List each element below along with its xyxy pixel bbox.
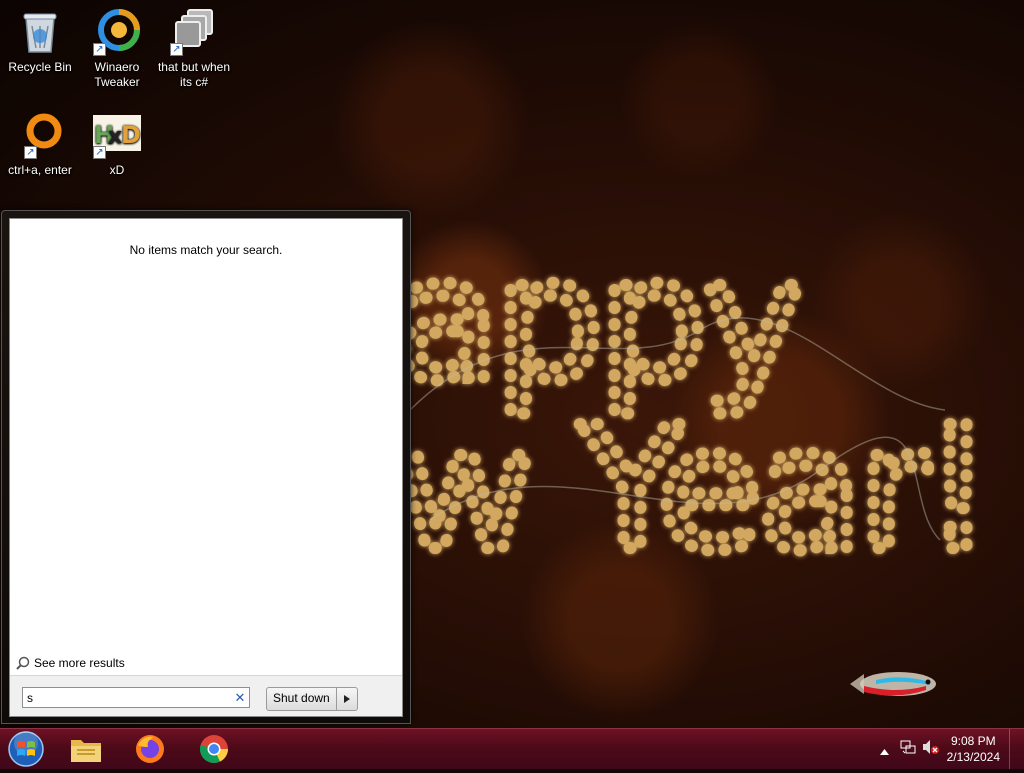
- desktop-icon-label: Winaero Tweaker: [94, 60, 140, 89]
- clear-x-icon[interactable]: ✕: [231, 690, 249, 706]
- network-icon[interactable]: [900, 739, 916, 760]
- desktop-icon-recycle-bin[interactable]: Recycle Bin: [0, 8, 80, 75]
- svg-text:w Year!: w Year!: [395, 391, 988, 589]
- see-more-results-link[interactable]: See more results: [16, 656, 125, 670]
- svg-text:D: D: [121, 121, 141, 149]
- taskbar-firefox-button[interactable]: [122, 731, 178, 767]
- start-search-box[interactable]: ✕: [22, 687, 250, 708]
- hxd-icon: H x D ↗: [93, 111, 141, 159]
- no-results-message: No items match your search.: [129, 243, 283, 257]
- desktop-icon-label: ctrl+a, enter: [8, 163, 72, 177]
- orange-ring-icon: ↗: [16, 111, 64, 159]
- shortcut-arrow-icon: ↗: [24, 146, 37, 159]
- start-search-input[interactable]: [23, 689, 231, 706]
- show-desktop-button[interactable]: [1009, 729, 1024, 769]
- svg-text:appy: appy: [395, 221, 800, 419]
- volume-muted-icon[interactable]: [922, 739, 940, 760]
- taskbar: 9:08 PM 2/13/2024: [0, 728, 1024, 769]
- shortcut-arrow-icon: ↗: [170, 43, 183, 56]
- recycle-bin-icon: [16, 8, 64, 56]
- desktop-icon-xd[interactable]: H x D ↗ xD: [77, 111, 157, 178]
- show-hidden-icons-arrow-icon[interactable]: [880, 742, 889, 760]
- start-menu: No items match your search. See more res…: [1, 210, 411, 724]
- fish-decoration: [850, 672, 936, 696]
- magnifier-icon: [16, 656, 30, 670]
- start-menu-bottom-bar: ✕ Shut down: [10, 675, 402, 716]
- shut-down-button[interactable]: Shut down: [267, 688, 337, 710]
- clock-time: 9:08 PM: [950, 734, 996, 748]
- search-results-pane: No items match your search. See more res…: [9, 218, 403, 717]
- shortcut-arrow-icon: ↗: [93, 146, 106, 159]
- shutdown-button-group: Shut down: [266, 687, 358, 711]
- desktop-icon-ctrl-a-enter[interactable]: ↗ ctrl+a, enter: [0, 111, 80, 178]
- winaero-tweaker-icon: ↗: [93, 8, 141, 56]
- clock-date: 2/13/2024: [946, 750, 1000, 764]
- desktop-icon-label: that but when its c#: [157, 60, 231, 89]
- system-tray: 9:08 PM 2/13/2024: [864, 729, 1024, 769]
- desktop-icon-label: Recycle Bin: [8, 60, 72, 74]
- shortcut-arrow-icon: ↗: [93, 43, 106, 56]
- windows-orb-icon: [8, 731, 44, 767]
- desktop-icon-that-but-when-its-csharp[interactable]: ↗ that but when its c#: [154, 8, 234, 90]
- folder-icon: [71, 740, 101, 762]
- chrome-icon: [200, 735, 228, 763]
- taskbar-chrome-button[interactable]: [186, 731, 242, 767]
- firefox-icon: [136, 735, 164, 763]
- taskbar-explorer-button[interactable]: [58, 731, 114, 767]
- taskbar-clock[interactable]: 9:08 PM 2/13/2024: [947, 733, 1000, 765]
- shutdown-options-arrow-icon[interactable]: [337, 688, 357, 710]
- stacked-windows-icon: ↗: [170, 8, 218, 56]
- see-more-results-label: See more results: [34, 656, 125, 670]
- start-button[interactable]: [6, 730, 46, 768]
- desktop-icon-label: xD: [109, 163, 125, 177]
- desktop-icon-winaero-tweaker[interactable]: ↗ Winaero Tweaker: [77, 8, 157, 90]
